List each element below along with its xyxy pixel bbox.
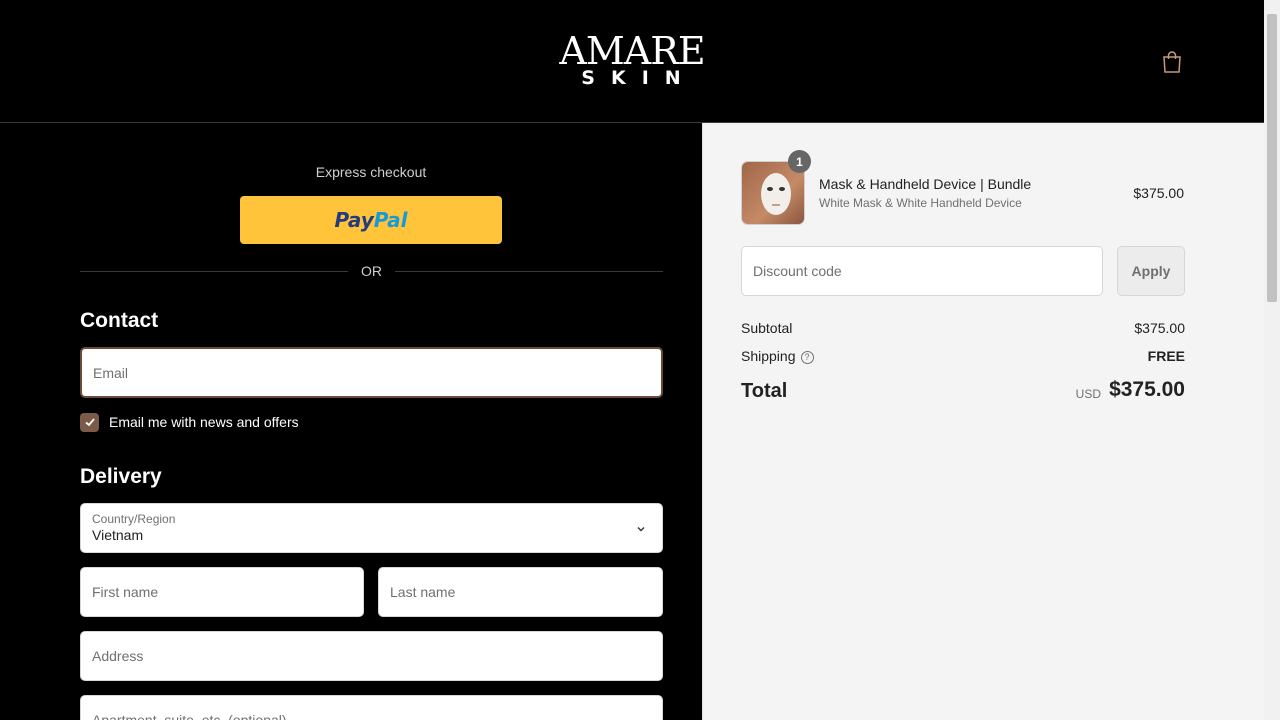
product-variant: White Mask & White Handheld Device	[819, 196, 1022, 210]
apply-button[interactable]: Apply	[1117, 246, 1185, 296]
paypal-logo-part2: Pal	[373, 208, 408, 232]
total-label: Total	[741, 380, 788, 402]
shipping-row: Shipping? FREE	[741, 348, 1185, 364]
total-value: $375.00	[1109, 378, 1185, 401]
total-row: Total USD $375.00	[741, 378, 1185, 408]
country-select[interactable]: Country/Region Vietnam	[80, 503, 663, 553]
last-name-placeholder: Last name	[390, 584, 456, 600]
site-header: AMARE SKIN	[0, 0, 1264, 123]
subtotal-label: Subtotal	[741, 320, 793, 336]
newsletter-option[interactable]: Email me with news and offers	[80, 412, 299, 432]
checkout-form: Express checkout Pay Pal OR Contact Email…	[0, 123, 702, 720]
currency-code: USD	[1075, 387, 1101, 401]
address-placeholder: Address	[92, 648, 144, 664]
logo-line1: AMARE	[559, 29, 705, 73]
chevron-down-icon	[637, 527, 645, 532]
order-summary: 1 Mask & Handheld Device | Bundle White …	[702, 123, 1264, 720]
country-value: Vietnam	[92, 527, 144, 543]
address-field[interactable]: Address	[80, 631, 663, 681]
paypal-logo-part1: Pay	[334, 208, 374, 232]
subtotal-row: Subtotal $375.00	[741, 320, 1185, 336]
product-price: $375.00	[1133, 185, 1184, 201]
shipping-value: FREE	[1147, 348, 1185, 364]
discount-placeholder: Discount code	[753, 263, 842, 279]
discount-code-input[interactable]: Discount code	[741, 246, 1103, 296]
or-divider: OR	[80, 263, 663, 281]
newsletter-checkbox[interactable]	[80, 412, 99, 432]
email-placeholder: Email	[93, 364, 129, 381]
last-name-field[interactable]: Last name	[378, 567, 663, 617]
brand-logo[interactable]: AMARE SKIN	[557, 29, 707, 88]
product-name: Mask & Handheld Device | Bundle	[819, 176, 1032, 192]
express-checkout-label: Express checkout	[315, 164, 427, 180]
paypal-button[interactable]: Pay Pal	[240, 196, 502, 244]
subtotal-value: $375.00	[1134, 320, 1185, 336]
shipping-label: Shipping	[741, 348, 796, 364]
shopping-bag-icon[interactable]	[1161, 50, 1183, 74]
country-label: Country/Region	[92, 512, 176, 526]
first-name-field[interactable]: First name	[80, 567, 364, 617]
apartment-field[interactable]: Apartment, suite, etc. (optional)	[80, 695, 663, 720]
apartment-placeholder: Apartment, suite, etc. (optional)	[92, 712, 287, 720]
quantity-badge: 1	[788, 150, 811, 173]
newsletter-label: Email me with news and offers	[109, 414, 299, 430]
contact-heading: Contact	[80, 309, 159, 332]
help-icon[interactable]: ?	[800, 350, 814, 364]
delivery-heading: Delivery	[80, 465, 162, 488]
email-field[interactable]: Email	[80, 347, 663, 398]
first-name-placeholder: First name	[92, 584, 159, 600]
page-scrollbar[interactable]	[1264, 0, 1280, 720]
checkmark-icon	[84, 418, 95, 427]
divider-line-right	[395, 271, 663, 272]
scrollbar-thumb[interactable]	[1267, 14, 1277, 302]
